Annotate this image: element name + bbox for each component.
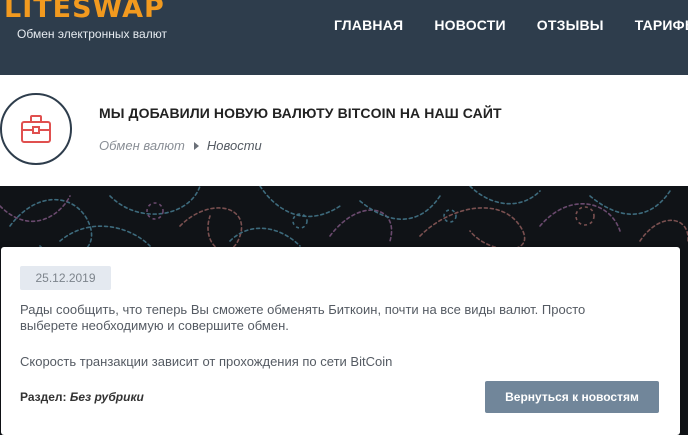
page-title-band: МЫ ДОБАВИЛИ НОВУЮ ВАЛЮТУ BITCOIN НА НАШ … xyxy=(0,75,688,186)
page-icon-circle xyxy=(0,93,72,165)
page-title: МЫ ДОБАВИЛИ НОВУЮ ВАЛЮТУ BITCOIN НА НАШ … xyxy=(99,105,502,121)
article-paragraph: Скорость транзакции зависит от прохожден… xyxy=(20,354,393,369)
nav-item-home[interactable]: ГЛАВНАЯ xyxy=(334,17,403,33)
breadcrumb-current: Новости xyxy=(206,138,262,153)
news-article-card: 25.12.2019 Рады сообщить, что теперь Вы … xyxy=(1,247,680,435)
site-header: LITESWAP Обмен электронных валют ГЛАВНАЯ… xyxy=(0,0,688,75)
breadcrumb-arrow-icon xyxy=(193,141,199,150)
site-tagline: Обмен электронных валют xyxy=(17,27,167,41)
section-label: Раздел: xyxy=(20,390,67,404)
site-logo[interactable]: LITESWAP xyxy=(4,0,165,26)
main-nav: ГЛАВНАЯ НОВОСТИ ОТЗЫВЫ ТАРИФЫ xyxy=(334,17,688,33)
briefcase-icon xyxy=(21,115,51,143)
nav-item-news[interactable]: НОВОСТИ xyxy=(434,17,505,33)
section-value[interactable]: Без рубрики xyxy=(70,390,144,404)
article-paragraph: Рады сообщить, что теперь Вы сможете обм… xyxy=(20,302,586,333)
breadcrumb: Обмен валют Новости xyxy=(99,138,262,153)
nav-item-reviews[interactable]: ОТЗЫВЫ xyxy=(537,17,604,33)
breadcrumb-link-exchange[interactable]: Обмен валют xyxy=(99,138,185,153)
back-to-news-button[interactable]: Вернуться к новостям xyxy=(485,381,659,413)
article-section: Раздел: Без рубрики xyxy=(20,390,144,404)
date-badge: 25.12.2019 xyxy=(20,266,111,290)
nav-item-tariffs[interactable]: ТАРИФЫ xyxy=(635,17,688,33)
